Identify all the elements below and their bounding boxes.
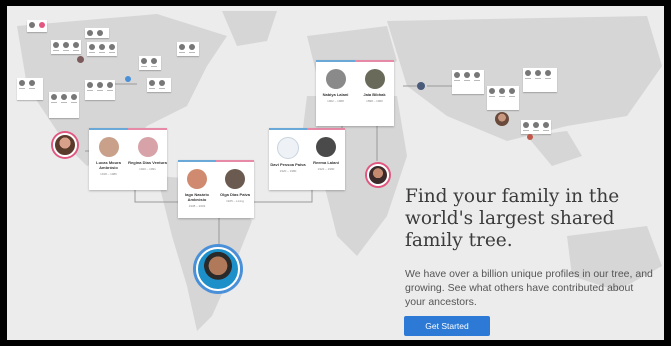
featured-person-avatar[interactable] [495, 112, 509, 126]
profile-name: Iago Nasário Ambrósio [184, 192, 209, 202]
hero-section: Lucas Moura Ambrósio 1918 – 1986 Regina … [7, 6, 664, 340]
featured-person-avatar[interactable] [53, 133, 77, 157]
mini-profile-card [27, 20, 47, 32]
connector-dot [527, 134, 533, 140]
profile-name: Olga Dias Paiva [219, 192, 250, 197]
profile-photo [316, 137, 336, 157]
profile-name: Nabiya Lalani [322, 92, 349, 97]
featured-person-avatar[interactable] [367, 164, 389, 186]
connector-dot [77, 56, 84, 63]
profile-placeholder-icon [277, 137, 299, 159]
profile-name: Regina Dias Ventura [128, 160, 167, 165]
couple-card-4[interactable]: Nabiya Lalani 1902 – 1968 Jaia Bibhak 18… [316, 60, 394, 126]
hero-headline: Find your family in the world's largest … [405, 186, 620, 251]
profile-photo [325, 69, 346, 89]
profile-regina[interactable]: Regina Dias Ventura 1920 – 1991 [128, 128, 167, 190]
get-started-button[interactable]: Get Started [404, 316, 490, 336]
profile-reema[interactable]: Reema Lalani 1922 – 1990 [307, 128, 345, 190]
mini-profile-card [17, 78, 43, 100]
mini-profile-card [85, 28, 109, 38]
mini-profile-card [51, 40, 81, 54]
greenland-shape [222, 11, 277, 46]
profile-name: Davi Pessoa Paiva [270, 162, 306, 167]
mini-profile-card [49, 92, 79, 118]
mini-profile-card [139, 56, 161, 70]
connector-dot [125, 76, 131, 82]
mini-profile-card [487, 86, 519, 110]
profile-iago[interactable]: Iago Nasário Ambrósio 1938 – 2003 [178, 162, 216, 218]
profile-name: Jaia Bibhak [363, 92, 386, 97]
profile-nabiya[interactable]: Nabiya Lalani 1902 – 1968 [316, 62, 355, 126]
profile-name: Lucas Moura Ambrósio [96, 160, 121, 170]
featured-person-avatar-large[interactable] [196, 247, 240, 291]
mini-profile-card [452, 70, 484, 94]
profile-olga[interactable]: Olga Dias Paiva 1945 – Living [216, 160, 254, 218]
mini-profile-card [87, 42, 117, 56]
profile-dates: 1898 – 1960 [366, 99, 383, 103]
profile-photo [98, 137, 119, 157]
profile-dates: 1938 – 2003 [188, 204, 206, 208]
couple-card-2[interactable]: Iago Nasário Ambrósio 1938 – 2003 Olga D… [178, 160, 254, 218]
profile-dates: 1920 – 1980 [279, 169, 297, 173]
hero-description: We have over a billion unique profiles i… [405, 268, 653, 308]
profile-photo [187, 169, 207, 189]
mini-profile-card [85, 80, 115, 100]
profile-dates: 1918 – 1986 [100, 172, 117, 176]
profile-davi[interactable]: Davi Pessoa Paiva 1920 – 1980 [269, 130, 307, 190]
profile-photo [364, 69, 385, 89]
profile-photo [137, 137, 158, 157]
southeast-asia-shape [527, 131, 582, 166]
profile-dates: 1920 – 1991 [139, 167, 156, 171]
mini-profile-card [523, 68, 557, 92]
mini-profile-card [177, 42, 199, 56]
connector-dot [417, 82, 425, 90]
profile-name: Reema Lalani [313, 160, 339, 165]
mini-profile-card [147, 78, 171, 92]
couple-card-1[interactable]: Lucas Moura Ambrósio 1918 – 1986 Regina … [89, 128, 167, 190]
profile-dates: 1902 – 1968 [327, 99, 344, 103]
profile-dates: 1922 – 1990 [317, 167, 335, 171]
profile-lucas[interactable]: Lucas Moura Ambrósio 1918 – 1986 [89, 130, 128, 190]
profile-jaia[interactable]: Jaia Bibhak 1898 – 1960 [355, 60, 394, 126]
couple-card-3[interactable]: Davi Pessoa Paiva 1920 – 1980 Reema Lala… [269, 128, 345, 190]
profile-photo [225, 169, 245, 189]
mini-profile-card [521, 120, 551, 134]
profile-dates: 1945 – Living [226, 199, 244, 203]
